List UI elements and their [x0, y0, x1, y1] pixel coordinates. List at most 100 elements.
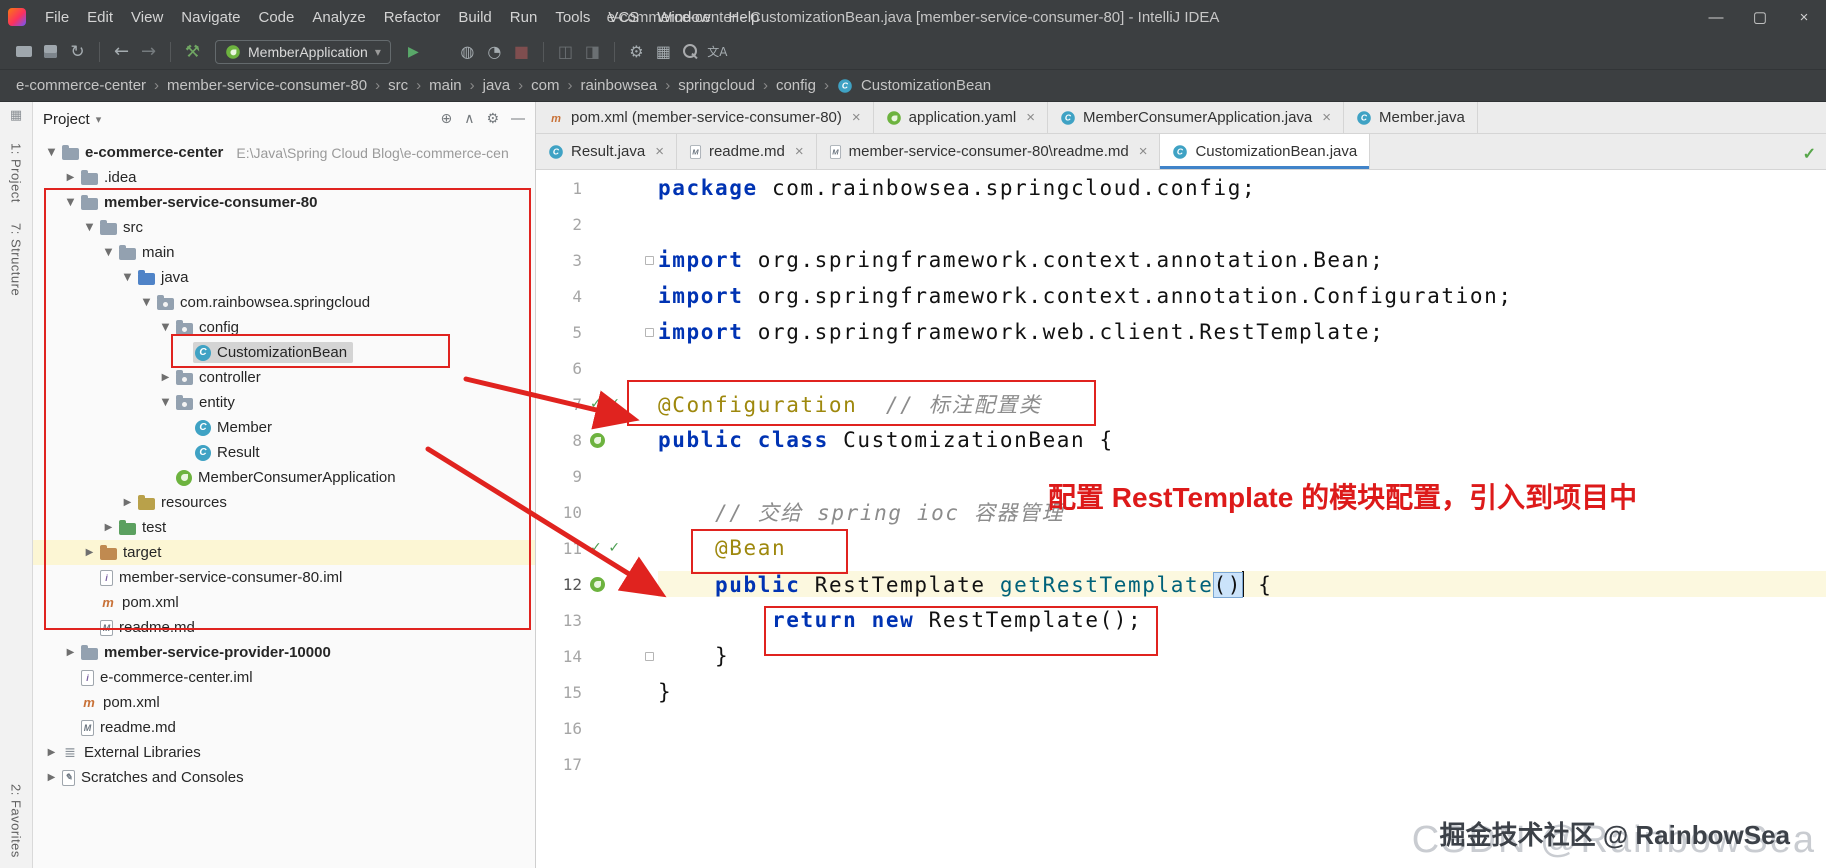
hammer-icon[interactable]: ⚒ [179, 40, 206, 64]
tree-collapsed-arrow[interactable]: ▶ [81, 547, 98, 558]
code-text[interactable]: @Bean [658, 536, 1826, 560]
breadcrumb-customizationbean[interactable]: CustomizationBean [861, 77, 991, 94]
tree-item-member[interactable]: C Member [33, 415, 535, 440]
breadcrumb-member-service-consumer-80[interactable]: member-service-consumer-80 [167, 77, 367, 94]
close-tab-icon[interactable]: × [852, 109, 861, 126]
tree-item-customizationbean[interactable]: C CustomizationBean [33, 340, 535, 365]
profiler-icon[interactable]: ◔ [481, 40, 508, 64]
tool-window-project-button[interactable]: 1: Project [9, 143, 24, 203]
tree-expanded-arrow[interactable]: ▼ [119, 272, 136, 283]
hide-icon[interactable]: ― [511, 111, 525, 127]
minimize-button[interactable]: — [1694, 0, 1738, 34]
translate-icon[interactable]: 文A [704, 40, 731, 64]
breadcrumb-main[interactable]: main [429, 77, 462, 94]
menu-view[interactable]: View [122, 6, 172, 29]
close-button[interactable]: × [1782, 0, 1826, 34]
code-text[interactable]: } [658, 644, 1826, 668]
close-tab-icon[interactable]: × [1026, 109, 1035, 126]
menu-analyze[interactable]: Analyze [303, 6, 374, 29]
tree-item-e-commerce-center-iml[interactable]: i e-commerce-center.iml [33, 665, 535, 690]
code-text[interactable]: @Configuration // 标注配置类 [658, 389, 1826, 419]
forward-icon[interactable]: → [135, 40, 162, 64]
tree-item-pom-xml[interactable]: m pom.xml [33, 690, 535, 715]
breadcrumb-e-commerce-center[interactable]: e-commerce-center [16, 77, 146, 94]
spring-bean-icon[interactable] [590, 576, 605, 592]
tree-item-member-service-consumer-80-iml[interactable]: i member-service-consumer-80.iml [33, 565, 535, 590]
menu-refactor[interactable]: Refactor [375, 6, 450, 29]
save-icon[interactable] [37, 40, 64, 64]
menu-vcs[interactable]: VCS [599, 6, 648, 29]
menu-navigate[interactable]: Navigate [172, 6, 249, 29]
code-text[interactable]: public RestTemplate getRestTemplate() { [658, 571, 1826, 598]
breadcrumb-config[interactable]: config [776, 77, 816, 94]
tree-item-test[interactable]: ▶ test [33, 515, 535, 540]
code-text[interactable]: public class CustomizationBean { [658, 428, 1826, 452]
tree-expanded-arrow[interactable]: ▼ [157, 397, 174, 408]
check-icon[interactable]: ✓ [590, 396, 603, 412]
code-text[interactable]: package com.rainbowsea.springcloud.confi… [658, 176, 1826, 200]
breadcrumb-java[interactable]: java [483, 77, 511, 94]
tree-item-target[interactable]: ▶ target [33, 540, 535, 565]
project-panel-title[interactable]: Project [43, 111, 90, 128]
tree-item-readme-md[interactable]: Mreadme.md [33, 715, 535, 740]
tree-collapsed-arrow[interactable]: ▶ [119, 497, 136, 508]
fold-marker-icon[interactable] [644, 651, 654, 661]
menu-run[interactable]: Run [501, 6, 547, 29]
tree-item-entity[interactable]: ▼ entity [33, 390, 535, 415]
tree-expanded-arrow[interactable]: ▼ [62, 197, 79, 208]
editor-tab-member-java[interactable]: C Member.java [1344, 102, 1478, 133]
tree-item-member-service-provider-10000[interactable]: ▶ member-service-provider-10000 [33, 640, 535, 665]
tree-item-external-libraries[interactable]: ▶ ≣ External Libraries [33, 740, 535, 765]
tree-item-controller[interactable]: ▶ controller [33, 365, 535, 390]
editor-tab-readme-md[interactable]: Mreadme.md × [676, 134, 817, 169]
editor-tab-application-yaml[interactable]: application.yaml × [873, 102, 1048, 133]
menu-code[interactable]: Code [249, 6, 303, 29]
code-text[interactable]: import org.springframework.context.annot… [658, 248, 1826, 272]
code-text[interactable]: import org.springframework.context.annot… [658, 284, 1826, 308]
attach2-icon[interactable]: ◨ [579, 40, 606, 64]
tree-collapsed-arrow[interactable]: ▶ [62, 647, 79, 658]
tree-collapsed-arrow[interactable]: ▶ [43, 772, 60, 783]
search-icon[interactable] [677, 40, 704, 64]
tree-item-memberconsumerapplication[interactable]: MemberConsumerApplication [33, 465, 535, 490]
tree-item-pom-xml[interactable]: m pom.xml [33, 590, 535, 615]
spring-bean-icon[interactable] [590, 432, 605, 448]
run-config-select[interactable]: MemberApplication ▾ [215, 39, 391, 64]
sync-icon[interactable]: ↻ [64, 40, 91, 64]
menu-edit[interactable]: Edit [78, 6, 122, 29]
fold-marker-icon[interactable] [644, 255, 654, 265]
close-tab-icon[interactable]: × [655, 143, 664, 160]
debug-icon[interactable] [427, 40, 454, 64]
breadcrumb-springcloud[interactable]: springcloud [678, 77, 755, 94]
tool-window-favorites-button[interactable]: 2: Favorites [9, 784, 24, 858]
breadcrumb-src[interactable]: src [388, 77, 408, 94]
close-tab-icon[interactable]: × [1139, 143, 1148, 160]
collapse-icon[interactable]: ∧ [464, 111, 474, 127]
menu-help[interactable]: Help [720, 6, 769, 29]
attach1-icon[interactable]: ◫ [552, 40, 579, 64]
chevron-down-icon[interactable]: ▾ [96, 113, 102, 126]
editor-tab-result-java[interactable]: C Result.java × [536, 134, 677, 169]
code-text[interactable]: return new RestTemplate(); [658, 608, 1826, 632]
tree-item-scratches-and-consoles[interactable]: ▶ ✎ Scratches and Consoles [33, 765, 535, 790]
breadcrumb-com[interactable]: com [531, 77, 559, 94]
code-text[interactable]: import org.springframework.web.client.Re… [658, 320, 1826, 344]
tree-expanded-arrow[interactable]: ▼ [100, 247, 117, 258]
stop-icon[interactable]: ■ [508, 40, 535, 64]
menu-window[interactable]: Window [648, 6, 719, 29]
fold-marker-icon[interactable] [644, 327, 654, 337]
locate-icon[interactable]: ⊕ [440, 111, 452, 127]
editor-tab-pom-xml-member-service-consumer-80[interactable]: m pom.xml (member-service-consumer-80) × [536, 102, 874, 133]
tool-window-structure-button[interactable]: 7: Structure [9, 223, 24, 296]
maximize-button[interactable]: ▢ [1738, 0, 1782, 34]
tree-collapsed-arrow[interactable]: ▶ [62, 172, 79, 183]
tree-item-e-commerce-center[interactable]: ▼ e-commerce-center E:\Java\Spring Cloud B… [33, 140, 535, 165]
editor-tab-customizationbean-java[interactable]: C CustomizationBean.java [1160, 134, 1371, 169]
check-icon[interactable]: ✓ [608, 540, 621, 556]
tree-expanded-arrow[interactable]: ▼ [81, 222, 98, 233]
tree-item-com-rainbowsea-springcloud[interactable]: ▼ com.rainbowsea.springcloud [33, 290, 535, 315]
tree-expanded-arrow[interactable]: ▼ [138, 297, 155, 308]
coverage-icon[interactable]: ◍ [454, 40, 481, 64]
editor-tab-member-service-consumer-80-readme-md[interactable]: Mmember-service-consumer-80\readme.md × [816, 134, 1161, 169]
tree-item-java[interactable]: ▼ java [33, 265, 535, 290]
